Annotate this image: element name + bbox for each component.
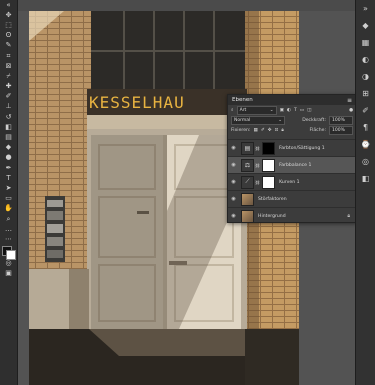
layer-row[interactable]: ◉ ▤ ⛓ Farbton/Sättigung 1 — [228, 139, 356, 156]
layers-list: ◉ ▤ ⛓ Farbton/Sättigung 1 ◉ ⚖ ⛓ Farbbala… — [228, 139, 356, 224]
healing-brush-tool-icon[interactable]: ✚ — [0, 82, 17, 92]
crop-tool-icon[interactable]: ⌗ — [0, 51, 17, 61]
quick-select-tool-icon[interactable]: ✎ — [0, 41, 17, 51]
visibility-eye-icon[interactable]: ◉ — [228, 196, 239, 202]
channels-icon[interactable]: ◎ — [356, 153, 375, 170]
layer-name[interactable]: Hintergrund — [258, 214, 286, 219]
visibility-eye-icon[interactable]: ◉ — [228, 145, 239, 151]
lock-position-icon[interactable]: ✥ — [268, 128, 272, 133]
layer-mask-thumbnail[interactable] — [262, 141, 276, 155]
screen-mode-icon[interactable]: ▣ — [0, 269, 17, 279]
visibility-eye-icon[interactable]: ◉ — [228, 213, 239, 219]
layer-name[interactable]: Farbton/Sättigung 1 — [279, 146, 325, 151]
brush-tool-icon[interactable]: ✐ — [0, 92, 17, 102]
visibility-eye-icon[interactable]: ◉ — [228, 179, 239, 185]
color-balance-adjustment-icon: ⚖ — [241, 158, 254, 172]
curves-adjustment-icon: ⟋ — [241, 175, 254, 189]
color-swatches[interactable] — [0, 245, 17, 260]
link-icon: ⛓ — [255, 162, 261, 168]
lock-icon[interactable]: 🔒︎ — [347, 213, 350, 219]
path-select-tool-icon[interactable]: ➤ — [0, 183, 17, 193]
adjustments-icon[interactable]: ◑ — [356, 68, 375, 85]
rectangle-tool-icon[interactable]: ▭ — [0, 194, 17, 204]
properties-icon[interactable]: ⊞ — [356, 85, 375, 102]
filter-kind-select[interactable]: Art ⌄ — [236, 105, 277, 115]
marquee-tool-icon[interactable]: ⬚ — [0, 20, 17, 30]
lock-artboard-icon[interactable]: ⊡ — [275, 128, 279, 133]
blur-tool-icon[interactable]: ◆ — [0, 143, 17, 153]
layers-icon[interactable]: ◧ — [356, 170, 375, 187]
building-sign: KESSELHAU — [89, 93, 185, 112]
blend-row: Normal ⌄ Deckkraft: 100% — [228, 115, 356, 125]
right-panel-dock: » ◆ ▦ ◐ ◑ ⊞ ✐ ¶ ⌚ ◎ ◧ — [355, 0, 375, 385]
fill-input[interactable]: 100% — [329, 125, 353, 135]
gradient-tool-icon[interactable]: ▤ — [0, 132, 17, 142]
visibility-eye-icon[interactable]: ◉ — [228, 162, 239, 168]
opacity-label: Deckkraft: — [302, 117, 326, 123]
tools-panel: « ✥ ⬚ ʘ ✎ ⌗ ⊠ ⌿ ✚ ✐ ⊥ ↺ ◧ ▤ ◆ ● ✒ T ➤ ▭ … — [0, 0, 18, 385]
layer-thumbnail — [241, 209, 254, 223]
filter-shape-icon[interactable]: ▭ — [300, 108, 304, 113]
swatches-icon[interactable]: ▦ — [356, 34, 375, 51]
layer-name[interactable]: Farbbalance 1 — [279, 163, 311, 168]
filter-smart-object-icon[interactable]: ◫ — [307, 108, 311, 113]
layers-panel-title[interactable]: Ebenen — [232, 97, 253, 103]
zoom-tool-icon[interactable]: ⌕ — [0, 214, 17, 224]
type-tool-icon[interactable]: T — [0, 173, 17, 183]
eyedropper-tool-icon[interactable]: ⌿ — [0, 71, 17, 81]
layer-thumbnail — [241, 192, 254, 206]
filter-pixel-icon[interactable]: ▣ — [280, 108, 284, 113]
layer-row[interactable]: ◉ Störfaktoren — [228, 190, 356, 207]
link-icon: ⛓ — [255, 179, 261, 185]
layer-mask-thumbnail[interactable] — [262, 158, 276, 172]
layers-panel-header: Ebenen ≡ — [228, 95, 356, 105]
collapse-icon[interactable]: « — [0, 0, 17, 10]
more-tools-icon[interactable]: … — [0, 224, 17, 234]
move-tool-icon[interactable]: ✥ — [0, 10, 17, 20]
paragraph-icon[interactable]: ¶ — [356, 119, 375, 136]
hand-tool-icon[interactable]: ✋ — [0, 204, 17, 214]
eraser-tool-icon[interactable]: ◧ — [0, 122, 17, 132]
layer-row[interactable]: ◉ Hintergrund 🔒︎ — [228, 207, 356, 224]
lock-row: Fixieren: ▦ ✐ ✥ ⊡ 🔒︎ Fläche: 100% — [228, 125, 356, 135]
search-icon: ⌕ — [231, 108, 234, 113]
brushes-icon[interactable]: ✐ — [356, 102, 375, 119]
lock-transparent-icon[interactable]: ▦ — [253, 128, 257, 133]
frame-tool-icon[interactable]: ⊠ — [0, 61, 17, 71]
dodge-tool-icon[interactable]: ● — [0, 153, 17, 163]
lock-all-icon[interactable]: 🔒︎ — [281, 127, 283, 133]
fill-label: Fläche: — [309, 127, 326, 133]
opacity-input[interactable]: 100% — [329, 115, 353, 125]
filter-adjustment-icon[interactable]: ◐ — [287, 108, 291, 113]
history-icon[interactable]: ⌚ — [356, 136, 375, 153]
learn-icon[interactable]: ◆ — [356, 17, 375, 34]
layer-name[interactable]: Störfaktoren — [258, 197, 287, 202]
blend-mode-select[interactable]: Normal ⌄ — [231, 115, 285, 125]
lasso-tool-icon[interactable]: ʘ — [0, 31, 17, 41]
panel-menu-icon[interactable]: ≡ — [347, 97, 352, 104]
collapse-panels-icon[interactable]: » — [356, 0, 375, 17]
layer-row[interactable]: ◉ ⟋ ⛓ Kurven 1 — [228, 173, 356, 190]
layer-mask-thumbnail[interactable] — [262, 175, 276, 189]
link-icon: ⛓ — [255, 145, 261, 151]
pen-tool-icon[interactable]: ✒ — [0, 163, 17, 173]
background-color[interactable] — [6, 249, 16, 260]
layer-name[interactable]: Kurven 1 — [279, 180, 299, 185]
hue-saturation-adjustment-icon: ▤ — [241, 141, 254, 155]
document-tab-bar — [18, 0, 356, 11]
history-brush-tool-icon[interactable]: ↺ — [0, 112, 17, 122]
lock-label: Fixieren: — [231, 127, 251, 133]
filter-toggle-icon[interactable]: ● — [349, 108, 353, 113]
layer-row[interactable]: ◉ ⚖ ⛓ Farbbalance 1 — [228, 156, 356, 173]
clone-stamp-tool-icon[interactable]: ⊥ — [0, 102, 17, 112]
lock-image-icon[interactable]: ✐ — [261, 128, 265, 133]
color-icon[interactable]: ◐ — [356, 51, 375, 68]
filter-row: ⌕ Art ⌄ ▣ ◐ T ▭ ◫ ● — [228, 105, 356, 115]
layers-panel: Ebenen ≡ ⌕ Art ⌄ ▣ ◐ T ▭ ◫ ● Normal ⌄ Deck… — [227, 94, 357, 223]
filter-type-icon[interactable]: T — [294, 108, 297, 113]
edit-toolbar-icon[interactable]: ⋯ — [0, 234, 17, 244]
quick-mask-icon[interactable]: ◎ — [0, 259, 17, 269]
